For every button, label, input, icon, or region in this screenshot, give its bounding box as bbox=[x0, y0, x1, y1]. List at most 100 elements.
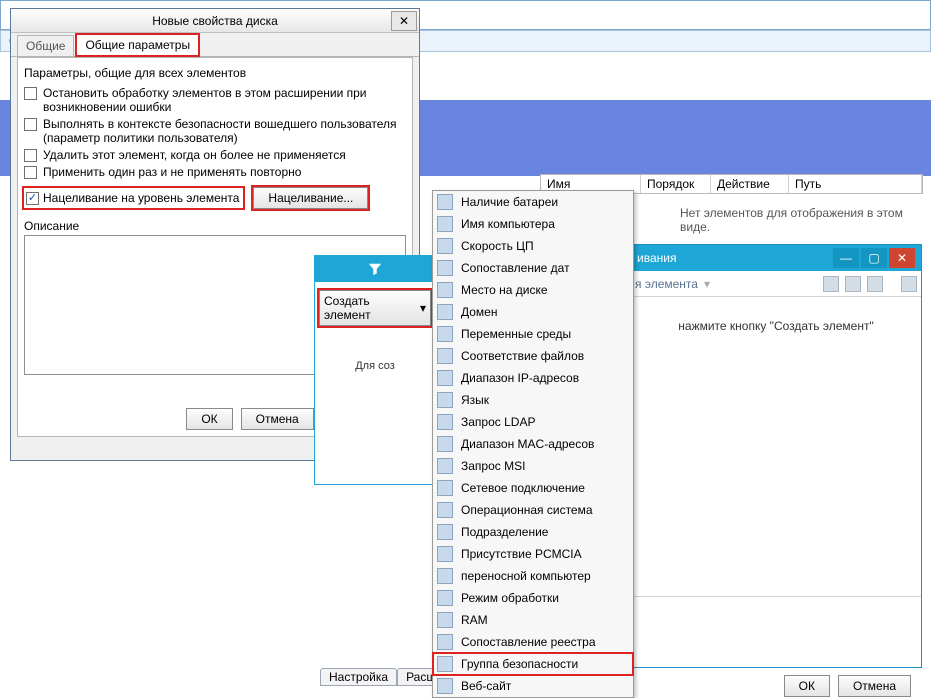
create-hint-text: Для соз bbox=[315, 360, 435, 372]
targeting-title-text: ивания bbox=[637, 251, 676, 265]
copy-icon[interactable] bbox=[845, 276, 861, 292]
col-action[interactable]: Действие bbox=[711, 175, 789, 193]
col-path[interactable]: Путь bbox=[789, 175, 922, 193]
checkbox-icon[interactable] bbox=[24, 149, 37, 162]
menu-item-icon bbox=[437, 326, 453, 342]
section-title: Параметры, общие для всех элементов bbox=[24, 66, 406, 80]
menu-item[interactable]: Диапазон MAC-адресов bbox=[433, 433, 633, 455]
ok-button[interactable]: ОК bbox=[186, 408, 232, 430]
dialog-tabs: Общие Общие параметры bbox=[11, 33, 419, 57]
menu-item[interactable]: RAM bbox=[433, 609, 633, 631]
menu-item[interactable]: Сопоставление дат bbox=[433, 257, 633, 279]
menu-item-label: Переменные среды bbox=[461, 327, 571, 341]
menu-item-icon bbox=[437, 216, 453, 232]
menu-item[interactable]: Имя компьютера bbox=[433, 213, 633, 235]
menu-item-label: Язык bbox=[461, 393, 489, 407]
funnel-icon bbox=[368, 262, 382, 276]
targeting-button[interactable]: Нацеливание... bbox=[253, 187, 368, 209]
filter-header bbox=[315, 256, 435, 282]
menu-item-icon bbox=[437, 194, 453, 210]
menu-item[interactable]: Домен bbox=[433, 301, 633, 323]
toolbar-crumbs: я элемента bbox=[635, 277, 698, 291]
menu-item-label: Диапазон MAC-адресов bbox=[461, 437, 594, 451]
tab-general[interactable]: Общие bbox=[17, 35, 74, 56]
ok-button[interactable]: ОК bbox=[784, 675, 830, 697]
menu-item-label: Сопоставление дат bbox=[461, 261, 570, 275]
check-label: Применить один раз и не применять повтор… bbox=[43, 165, 301, 179]
minimize-button[interactable]: — bbox=[833, 248, 859, 268]
targeting-hint: нажмите кнопку "Создать элемент" bbox=[678, 319, 873, 333]
checkbox-icon[interactable] bbox=[24, 166, 37, 179]
menu-item-label: Диапазон IP-адресов bbox=[461, 371, 579, 385]
menu-item-label: Подразделение bbox=[461, 525, 548, 539]
check-stop-on-error-row[interactable]: Остановить обработку элементов в этом ра… bbox=[24, 86, 406, 114]
menu-item-icon bbox=[437, 546, 453, 562]
bottom-tab-settings[interactable]: Настройка bbox=[320, 668, 397, 686]
menu-item-label: Имя компьютера bbox=[461, 217, 555, 231]
menu-item-label: Режим обработки bbox=[461, 591, 559, 605]
empty-list-text: Нет элементов для отображения в этом вид… bbox=[680, 206, 931, 234]
check-label: Остановить обработку элементов в этом ра… bbox=[43, 86, 406, 114]
checkbox-icon[interactable] bbox=[24, 87, 37, 100]
menu-item-icon bbox=[437, 370, 453, 386]
maximize-button[interactable]: ▢ bbox=[861, 248, 887, 268]
description-label: Описание bbox=[24, 219, 406, 233]
checkbox-icon[interactable] bbox=[24, 118, 37, 131]
menu-item[interactable]: Сетевое подключение bbox=[433, 477, 633, 499]
menu-item[interactable]: Группа безопасности bbox=[433, 653, 633, 675]
menu-item[interactable]: Операционная система bbox=[433, 499, 633, 521]
menu-item[interactable]: Запрос MSI bbox=[433, 455, 633, 477]
check-label: Выполнять в контексте безопасности вошед… bbox=[43, 117, 406, 145]
menu-item-label: Домен bbox=[461, 305, 498, 319]
tab-common-params[interactable]: Общие параметры bbox=[76, 34, 199, 56]
targeting-titlebar[interactable]: ивания — ▢ ✕ bbox=[631, 245, 921, 271]
menu-item-icon bbox=[437, 678, 453, 694]
targeting-check-label: Нацеливание на уровень элемента bbox=[43, 191, 239, 205]
col-order[interactable]: Порядок bbox=[641, 175, 711, 193]
menu-item[interactable]: Наличие батареи bbox=[433, 191, 633, 213]
menu-item-label: RAM bbox=[461, 613, 488, 627]
menu-item-label: Группа безопасности bbox=[461, 657, 578, 671]
menu-item-icon bbox=[437, 238, 453, 254]
close-button[interactable]: ✕ bbox=[391, 11, 417, 31]
cut-icon[interactable] bbox=[823, 276, 839, 292]
check-remove-row[interactable]: Удалить этот элемент, когда он более не … bbox=[24, 148, 406, 162]
menu-item[interactable]: Запрос LDAP bbox=[433, 411, 633, 433]
menu-item[interactable]: Диапазон IP-адресов bbox=[433, 367, 633, 389]
menu-item[interactable]: Соответствие файлов bbox=[433, 345, 633, 367]
menu-item[interactable]: Режим обработки bbox=[433, 587, 633, 609]
paste-icon[interactable] bbox=[867, 276, 883, 292]
menu-item-icon bbox=[437, 414, 453, 430]
menu-item[interactable]: Место на диске bbox=[433, 279, 633, 301]
menu-item[interactable]: Веб-сайт bbox=[433, 675, 633, 697]
cancel-button[interactable]: Отмена bbox=[241, 408, 314, 430]
close-button[interactable]: ✕ bbox=[889, 248, 915, 268]
dialog-titlebar[interactable]: Новые свойства диска ✕ bbox=[11, 9, 419, 33]
menu-item-icon bbox=[437, 458, 453, 474]
delete-icon[interactable] bbox=[901, 276, 917, 292]
targeting-type-menu[interactable]: Наличие батареи Имя компьютера Скорость ЦП… bbox=[432, 190, 634, 698]
menu-item-label: Сетевое подключение bbox=[461, 481, 585, 495]
item-level-targeting-check[interactable]: Нацеливание на уровень элемента bbox=[24, 188, 243, 208]
menu-item[interactable]: Переменные среды bbox=[433, 323, 633, 345]
targeting-toolbar: я элемента ▾ bbox=[631, 271, 921, 297]
menu-item[interactable]: Скорость ЦП bbox=[433, 235, 633, 257]
menu-item-label: Соответствие файлов bbox=[461, 349, 584, 363]
menu-item-icon bbox=[437, 436, 453, 452]
menu-item-icon bbox=[437, 480, 453, 496]
menu-item[interactable]: Подразделение bbox=[433, 521, 633, 543]
create-element-button[interactable]: Создать элемент ▾ bbox=[319, 290, 431, 326]
cancel-button[interactable]: Отмена bbox=[838, 675, 911, 697]
menu-item-icon bbox=[437, 634, 453, 650]
check-label: Удалить этот элемент, когда он более не … bbox=[43, 148, 346, 162]
check-apply-once-row[interactable]: Применить один раз и не применять повтор… bbox=[24, 165, 406, 179]
menu-item[interactable]: Присутствие PCMCIA bbox=[433, 543, 633, 565]
menu-item[interactable]: переносной компьютер bbox=[433, 565, 633, 587]
menu-item[interactable]: Сопоставление реестра bbox=[433, 631, 633, 653]
menu-item-icon bbox=[437, 392, 453, 408]
checkbox-icon[interactable] bbox=[26, 192, 39, 205]
check-user-context-row[interactable]: Выполнять в контексте безопасности вошед… bbox=[24, 117, 406, 145]
menu-item[interactable]: Язык bbox=[433, 389, 633, 411]
chevron-down-icon: ▾ bbox=[420, 301, 426, 315]
menu-item-icon bbox=[437, 568, 453, 584]
